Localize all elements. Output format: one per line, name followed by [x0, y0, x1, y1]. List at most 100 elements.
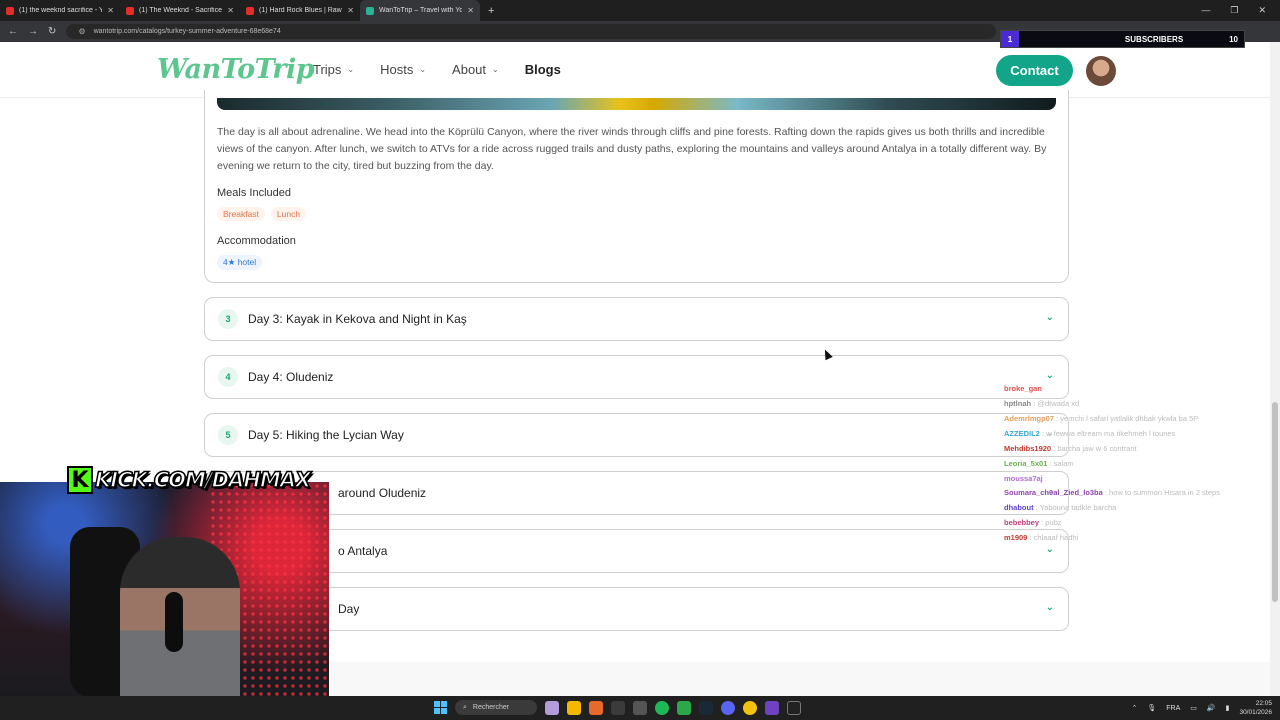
site-logo[interactable]: WanToTrip — [157, 54, 315, 85]
subscriber-goal-bar: 1 SUBSCRIBERS 10 — [1000, 30, 1245, 48]
network-icon[interactable]: ▭ — [1190, 704, 1197, 712]
day-2-panel: The day is all about adrenaline. We head… — [204, 90, 1069, 283]
scroll-thumb[interactable] — [1272, 402, 1278, 602]
app-icon[interactable] — [633, 700, 647, 715]
reload-icon[interactable]: ↻ — [48, 26, 56, 37]
chevron-down-icon: ⌄ — [492, 65, 499, 74]
discord-icon[interactable] — [721, 700, 735, 715]
page-scrollbar[interactable] — [1270, 42, 1280, 696]
chevron-down-icon: ⌄ — [347, 65, 355, 74]
app-icon[interactable] — [765, 700, 779, 715]
forward-icon[interactable]: → — [28, 26, 38, 37]
clock-date: 30/01/2026 — [1239, 709, 1272, 716]
minimize-icon[interactable]: — — [1201, 5, 1210, 16]
chat-message: hptlnah : @dtwada xd — [1004, 399, 1080, 408]
widgets-icon[interactable] — [545, 700, 559, 715]
windows-taskbar: ⌕ Rechercher ⌃ 🎙 FRA ▭ 🔊 ▮ 22:05 30/01/2… — [0, 696, 1280, 720]
day-title: around Oludeniz — [338, 486, 427, 500]
site-info-icon[interactable]: ⚙ — [78, 27, 85, 36]
file-explorer-icon[interactable] — [567, 700, 581, 715]
battery-icon[interactable]: ▮ — [1226, 704, 1230, 712]
day-description: The day is all about adrenaline. We head… — [217, 126, 1047, 172]
meal-chip: Lunch — [270, 207, 307, 221]
microphone-icon[interactable]: 🎙 — [1147, 704, 1156, 712]
windows-start-icon[interactable] — [434, 701, 447, 714]
hotel-chip: 4★ hotel — [217, 255, 263, 270]
browser-tab-3[interactable]: (1) Hard Rock Blues | Raw Po ✕ — [240, 0, 360, 21]
day-3-accordion[interactable]: 3 Day 3: Kayak in Kekova and Night in Ka… — [204, 297, 1069, 341]
webcam-overlay — [0, 482, 329, 696]
browser-tab-2[interactable]: (1) The Weeknd - Sacrifice - YouTube ✕ — [120, 0, 240, 21]
back-icon[interactable]: ← — [8, 26, 18, 37]
kick-banner: K KICK.COM/DAHMAX — [67, 466, 312, 494]
chevron-down-icon[interactable]: ⌄ — [1046, 370, 1054, 381]
maximize-icon[interactable]: ❐ — [1230, 5, 1238, 16]
chevron-up-icon[interactable]: ⌃ — [1131, 704, 1137, 712]
chevron-down-icon[interactable]: ⌄ — [1046, 544, 1054, 555]
close-icon[interactable]: ✕ — [467, 6, 474, 15]
microphone — [165, 592, 183, 652]
chat-message: broke_gan — [1004, 384, 1042, 393]
kick-icon: K — [67, 466, 93, 494]
rafting-photo — [217, 98, 1056, 110]
nav-hosts[interactable]: Hosts ⌄ — [380, 62, 426, 77]
chat-message: moussa7aj : — [1004, 474, 1047, 483]
tab-title: WanToTrip – Travel with Your Hosts — [379, 7, 463, 14]
day-8-accordion[interactable]: 8 Day ⌄ — [204, 587, 1069, 631]
app-icon[interactable] — [787, 700, 801, 715]
browser-tab-bar: (1) the weeknd sacrifice - YouTube ✕ (1)… — [0, 0, 1280, 21]
volume-icon[interactable]: 🔊 — [1207, 704, 1216, 712]
system-tray: ⌃ 🎙 FRA ▭ 🔊 ▮ 22:05 30/01/2026 — [1131, 699, 1272, 717]
day-title: Day 3: Kayak in Kekova and Night in Kaş — [248, 312, 467, 326]
language-indicator[interactable]: FRA — [1166, 705, 1180, 712]
taskbar-search[interactable]: ⌕ Rechercher — [455, 700, 537, 715]
chat-message: Soumara_ch9al_Zied_lo3ba : how to summon… — [1004, 488, 1220, 497]
steam-icon[interactable] — [699, 700, 713, 715]
chat-message: dhabout : Yabouna tadkle barcha — [1004, 503, 1117, 512]
clock[interactable]: 22:05 30/01/2026 — [1239, 699, 1272, 717]
close-icon[interactable]: ✕ — [107, 6, 114, 15]
chevron-down-icon: ⌄ — [419, 65, 427, 74]
spotify-icon[interactable] — [655, 700, 669, 715]
chrome-icon[interactable] — [743, 700, 757, 715]
accommodation-label: Accommodation — [217, 235, 296, 247]
day-6-accordion[interactable]: 6 around Oludeniz ⌄ — [204, 471, 1069, 515]
contact-button[interactable]: Contact — [996, 55, 1073, 86]
new-tab-icon[interactable]: + — [480, 5, 502, 17]
tab-title: (1) The Weeknd - Sacrifice - YouTube — [139, 7, 222, 14]
day-5-accordion[interactable]: 5 Day 5: Hiking the Lycian Way ⌄ — [204, 413, 1069, 457]
app-icon[interactable] — [589, 700, 603, 715]
nav-about[interactable]: About ⌄ — [452, 62, 499, 77]
app-icon[interactable] — [677, 700, 691, 715]
sub-count: 1 — [1001, 31, 1019, 47]
day-title: Day 4: Oludeniz — [248, 370, 334, 384]
browser-tab-1[interactable]: (1) the weeknd sacrifice - YouTube ✕ — [0, 0, 120, 21]
app-icon[interactable] — [611, 700, 625, 715]
chevron-down-icon[interactable]: ⌄ — [1046, 602, 1054, 613]
nav-label: Hosts — [380, 62, 414, 77]
close-icon[interactable]: ✕ — [347, 6, 354, 15]
url-field[interactable]: ⚙ wantotrip.com/catalogs/turkey-summer-a… — [66, 24, 997, 39]
nav-blogs[interactable]: Blogs — [525, 62, 561, 77]
day-title: o Antalya — [338, 544, 388, 558]
nav-trips[interactable]: Trips ⌄ — [313, 62, 354, 77]
close-icon[interactable]: ✕ — [227, 6, 234, 15]
main-nav: Trips ⌄ Hosts ⌄ About ⌄ Blogs — [313, 62, 587, 77]
youtube-icon — [126, 6, 134, 15]
accommodation-list: 4★ hotel — [217, 255, 263, 270]
close-window-icon[interactable]: ✕ — [1258, 5, 1266, 16]
day-7-accordion[interactable]: 7 o Antalya ⌄ — [204, 529, 1069, 573]
search-icon: ⌕ — [463, 703, 467, 711]
day-number: 5 — [218, 425, 238, 445]
search-label: Rechercher — [472, 704, 510, 711]
day-4-accordion[interactable]: 4 Day 4: Oludeniz ⌄ — [204, 355, 1069, 399]
chat-message: Leoria_5x01 : salam — [1004, 459, 1074, 468]
chat-message: bebebbey : pubz — [1004, 518, 1062, 527]
taskbar-apps: ⌕ Rechercher — [434, 700, 801, 715]
chevron-down-icon[interactable]: ⌄ — [1046, 312, 1054, 323]
chat-message: m1909 : chlaaaf hadhi — [1004, 533, 1079, 542]
day-number: 4 — [218, 367, 238, 387]
url-text: wantotrip.com/catalogs/turkey-summer-adv… — [93, 28, 281, 35]
browser-tab-4[interactable]: WanToTrip – Travel with Your Hosts ✕ — [360, 0, 480, 21]
avatar[interactable] — [1086, 56, 1116, 86]
